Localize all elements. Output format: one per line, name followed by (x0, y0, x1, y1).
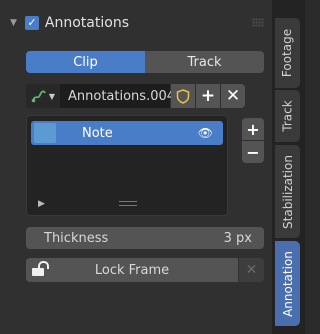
clear-lock-frame-button[interactable]: ✕ (239, 258, 264, 282)
tab-stabilization-label: Stabilization (280, 154, 295, 229)
expand-list-icon[interactable]: ▶ (38, 199, 45, 209)
list-item[interactable]: Note 👁 (31, 121, 223, 145)
annotation-layer-list: Note 👁 ▶ (26, 115, 228, 216)
thickness-label: Thickness (44, 230, 109, 246)
lock-frame-row: Lock Frame ✕ (26, 258, 264, 282)
annotation-source-toggle: Clip Track (26, 51, 264, 73)
panel-header[interactable]: ▼ ✓ Annotations (0, 6, 268, 40)
tab-footage[interactable]: Footage (275, 18, 300, 88)
sidebar-tabs: Footage Track Stabilization Annotation (272, 0, 305, 334)
add-layer-button[interactable]: + (242, 118, 264, 140)
shield-icon (176, 88, 190, 104)
chevron-down-icon: ▼ (48, 91, 56, 101)
collapse-triangle-icon[interactable]: ▼ (10, 18, 17, 28)
tab-annotation[interactable]: Annotation (275, 241, 300, 326)
remove-layer-button[interactable]: − (242, 141, 264, 163)
lock-frame-label: Lock Frame (94, 262, 170, 278)
list-resize-handle[interactable] (119, 201, 137, 206)
clip-source-button[interactable]: Clip (26, 51, 145, 73)
new-datablock-button[interactable]: + (196, 84, 220, 108)
eye-icon[interactable]: 👁 (198, 126, 213, 140)
annotations-panel: ▼ ✓ Annotations Clip Track ▼ Annotations… (0, 0, 272, 334)
drag-grip-icon[interactable] (252, 18, 264, 27)
unlink-datablock-button[interactable]: ✕ (221, 84, 245, 108)
fake-user-button[interactable] (171, 84, 195, 108)
tab-stabilization[interactable]: Stabilization (275, 145, 300, 238)
tab-footage-label: Footage (280, 28, 295, 78)
layer-color-swatch[interactable] (34, 123, 56, 143)
tab-track[interactable]: Track (275, 90, 300, 142)
layer-name[interactable]: Note (82, 126, 113, 141)
annotation-stroke-icon (31, 90, 46, 103)
thickness-field[interactable]: Thickness 3 px (26, 227, 264, 249)
annotations-enabled-checkbox[interactable]: ✓ (24, 16, 39, 30)
datablock-name-field[interactable]: Annotations.004 (60, 84, 175, 108)
browse-annotation-button[interactable]: ▼ (26, 84, 60, 108)
track-source-button[interactable]: Track (145, 51, 264, 73)
tab-track-label: Track (280, 100, 295, 132)
tab-annotation-label: Annotation (280, 250, 295, 317)
datablock-selector: ▼ Annotations.004 + ✕ (26, 84, 266, 108)
thickness-value: 3 px (223, 230, 252, 246)
panel-title: Annotations (44, 15, 129, 31)
lock-frame-button[interactable]: Lock Frame (26, 258, 238, 282)
